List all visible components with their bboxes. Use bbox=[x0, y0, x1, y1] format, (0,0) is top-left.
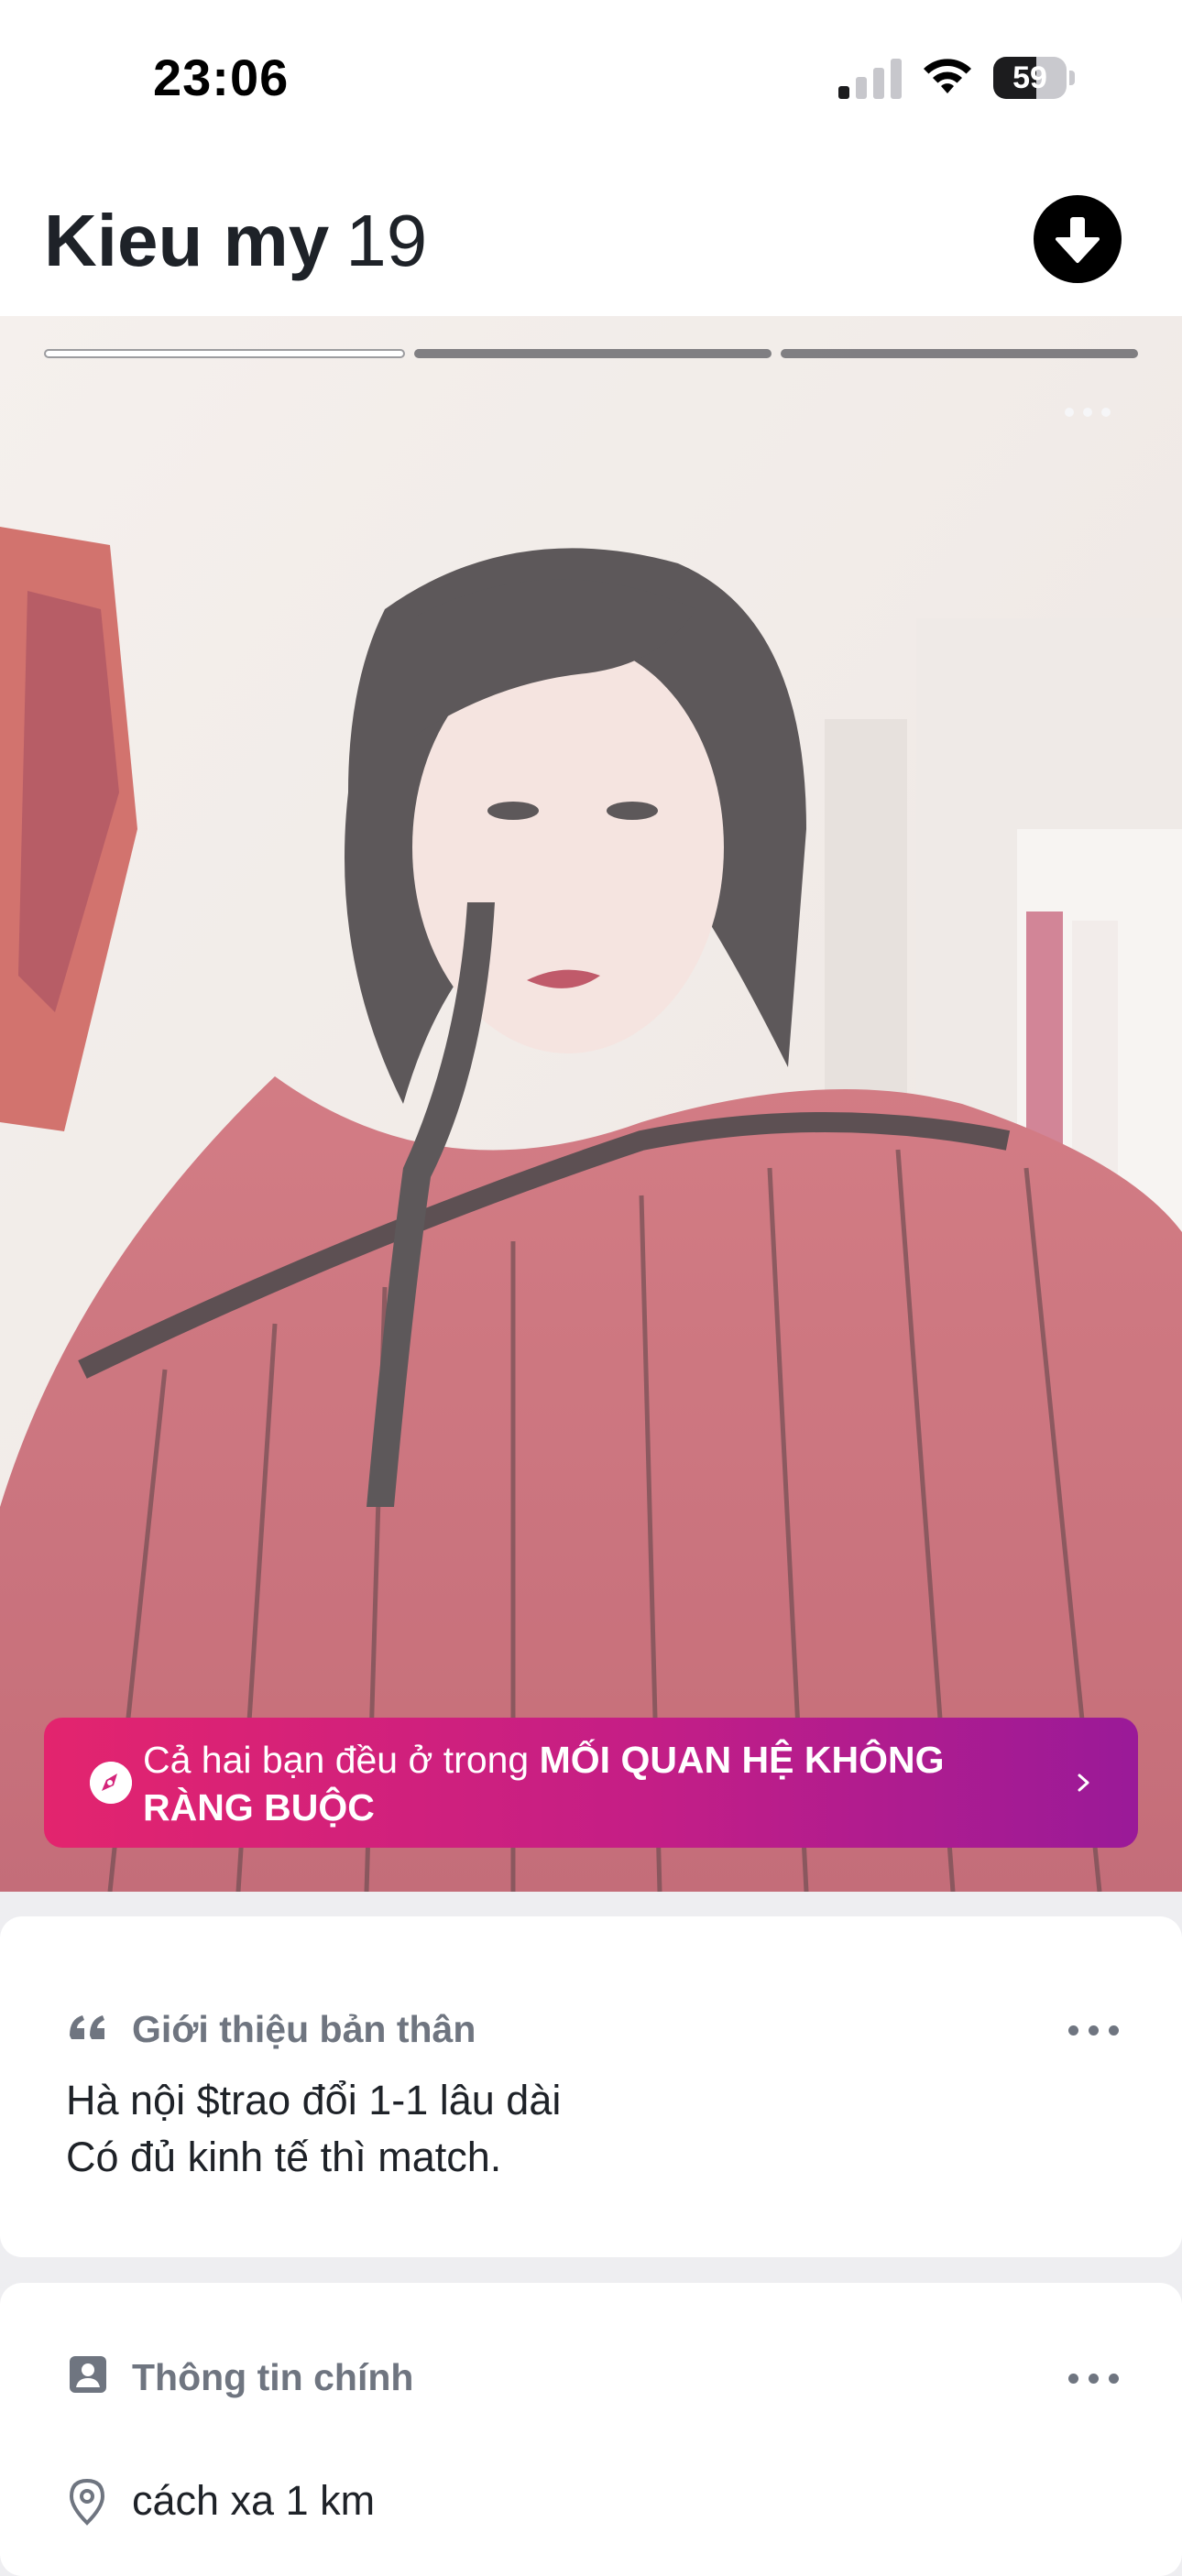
status-bar: 23:06 59 bbox=[0, 0, 1182, 160]
chevron-right-icon bbox=[1078, 1774, 1089, 1792]
basic-info-more-icon[interactable] bbox=[1065, 2369, 1123, 2387]
relationship-intent-banner[interactable]: Cả hai bạn đều ở trong MỐI QUAN HỆ KHÔNG… bbox=[44, 1718, 1138, 1848]
basic-info-card: Thông tin chính cách xa 1 km bbox=[0, 2283, 1182, 2576]
photo-progress-segment[interactable] bbox=[44, 349, 405, 358]
photo-progress-segment[interactable] bbox=[781, 349, 1138, 358]
profile-card-icon bbox=[70, 2356, 106, 2393]
about-title: Giới thiệu bản thân bbox=[132, 2008, 476, 2050]
status-time: 23:06 bbox=[153, 49, 290, 106]
collapse-profile-button[interactable] bbox=[1034, 195, 1122, 283]
compass-icon bbox=[90, 1762, 132, 1804]
about-line: Có đủ kinh tế thì match. bbox=[66, 2134, 502, 2180]
profile-photo[interactable]: Cả hai bạn đều ở trong MỐI QUAN HỆ KHÔNG… bbox=[0, 316, 1182, 1892]
photo-progress-segment[interactable] bbox=[414, 349, 772, 358]
photo-more-icon[interactable] bbox=[1059, 400, 1118, 422]
profile-name: Kieu my bbox=[44, 200, 330, 281]
about-more-icon[interactable] bbox=[1065, 2021, 1123, 2039]
about-text: Hà nội $trao đổi 1-1 lâu dài Có đủ kinh … bbox=[66, 2072, 561, 2186]
wifi-icon bbox=[924, 59, 971, 93]
banner-text: Cả hai bạn đều ở trong MỐI QUAN HỆ KHÔNG… bbox=[143, 1736, 1023, 1831]
quote-icon bbox=[70, 2015, 104, 2039]
location-pin-icon bbox=[69, 2478, 105, 2526]
distance-text: cách xa 1 km bbox=[132, 2477, 376, 2524]
battery-icon: 59 bbox=[993, 57, 1076, 99]
banner-text-prefix: Cả hai bạn đều ở trong bbox=[143, 1739, 540, 1781]
photo-progress bbox=[44, 349, 1138, 358]
about-card: Giới thiệu bản thân Hà nội $trao đổi 1-1… bbox=[0, 1916, 1182, 2257]
arrow-down-icon bbox=[1056, 217, 1100, 263]
profile-photo-image bbox=[0, 316, 1182, 1892]
battery-level: 59 bbox=[1012, 60, 1047, 95]
signal-icon bbox=[838, 59, 903, 99]
about-line: Hà nội $trao đổi 1-1 lâu dài bbox=[66, 2077, 562, 2123]
profile-header: Kieu my 19 bbox=[0, 160, 1182, 316]
profile-title: Kieu my 19 bbox=[44, 199, 427, 283]
basic-info-title: Thông tin chính bbox=[132, 2356, 414, 2398]
profile-age: 19 bbox=[345, 200, 428, 281]
